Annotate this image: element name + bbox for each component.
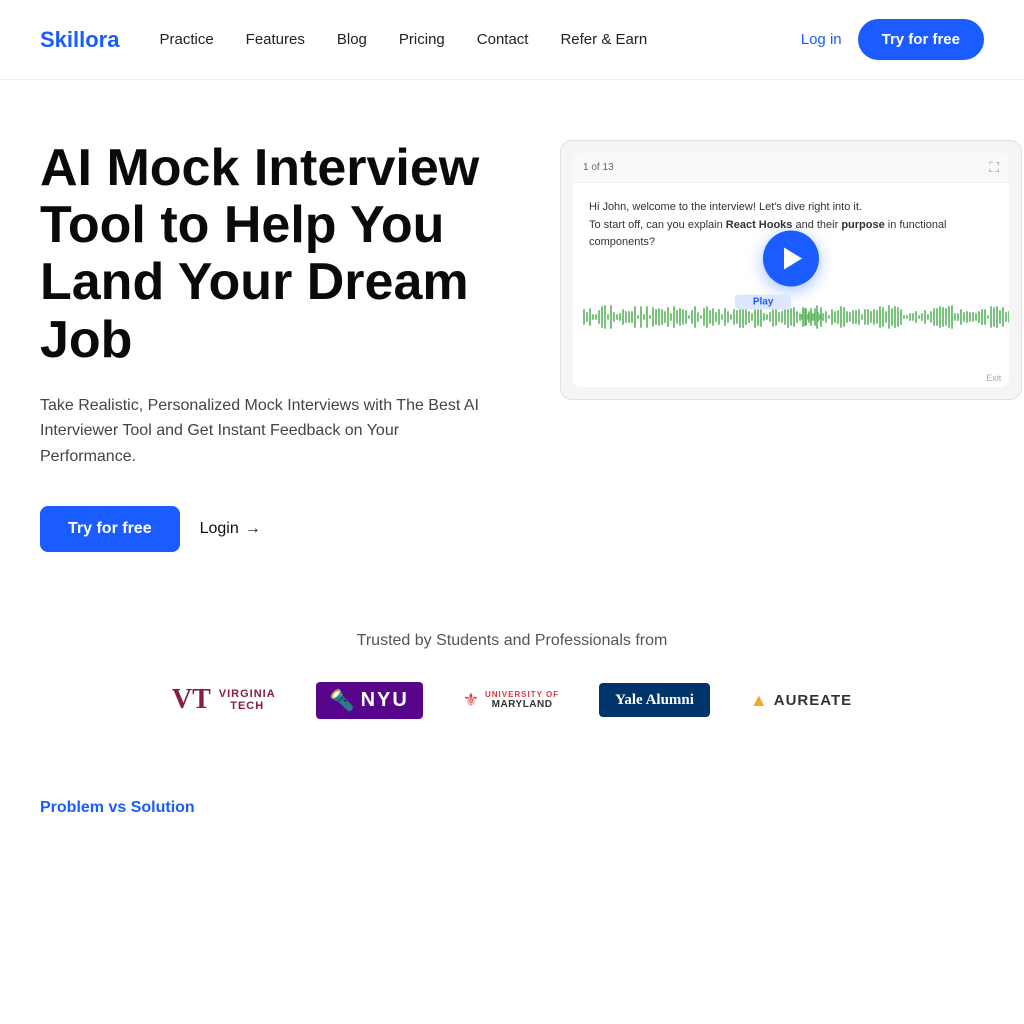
aureate-chevron-icon: ▲ [750, 690, 768, 711]
umd-logo: ⚜ UNIVERSITY OF MARYLAND [463, 690, 559, 711]
brand-logo[interactable]: Skillora [40, 27, 119, 53]
yale-logo: Yale Alumni [599, 683, 710, 717]
play-icon [784, 248, 802, 270]
aureate-text: AUREATE [774, 692, 852, 709]
video-inner: 1 of 13 ⛶ Hi John, welcome to the interv… [573, 153, 1009, 387]
play-button[interactable] [763, 231, 819, 287]
problem-label: Problem vs Solution [40, 799, 984, 817]
play-overlay: Play [763, 231, 819, 310]
audio-waveform-right [791, 297, 1009, 337]
hero-login-link[interactable]: Login → [200, 520, 261, 538]
nav-contact[interactable]: Contact [477, 31, 529, 48]
arrow-icon: → [245, 520, 261, 538]
virginia-tech-logo: VT VIRGINIA TECH [172, 684, 276, 716]
hero-cta-button[interactable]: Try for free [40, 506, 180, 552]
aureate-logo: ▲ AUREATE [750, 690, 852, 711]
nav-pricing[interactable]: Pricing [399, 31, 445, 48]
video-toolbar: 1 of 13 ⛶ [573, 153, 1009, 183]
nav-blog[interactable]: Blog [337, 31, 367, 48]
trusted-section: Trusted by Students and Professionals fr… [0, 592, 1024, 739]
nyu-torch-icon: 🔦 [330, 688, 355, 713]
nav-practice[interactable]: Practice [159, 31, 213, 48]
play-label[interactable]: Play [735, 295, 791, 310]
nav-right: Log in Try for free [801, 19, 984, 60]
hero-title: AI Mock Interview Tool to Help You Land … [40, 140, 520, 369]
nav-features[interactable]: Features [246, 31, 305, 48]
nav-cta-button[interactable]: Try for free [858, 19, 984, 60]
hero-section: AI Mock Interview Tool to Help You Land … [0, 80, 1024, 592]
fullscreen-icon[interactable]: ⛶ [989, 159, 999, 176]
navigation: Skillora Practice Features Blog Pricing … [0, 0, 1024, 80]
vt-icon: VT [172, 684, 211, 716]
nyu-text: NYU [361, 689, 409, 712]
hero-description: Take Realistic, Personalized Mock Interv… [40, 393, 480, 470]
hero-buttons: Try for free Login → [40, 506, 520, 552]
hero-content: AI Mock Interview Tool to Help You Land … [40, 140, 520, 552]
logos-row: VT VIRGINIA TECH 🔦 NYU ⚜ UNIVERSITY OF M… [40, 682, 984, 719]
trusted-label: Trusted by Students and Professionals fr… [40, 632, 984, 650]
problem-section: Problem vs Solution [0, 739, 1024, 837]
nav-links: Practice Features Blog Pricing Contact R… [159, 31, 800, 48]
nav-refer[interactable]: Refer & Earn [560, 31, 647, 48]
yale-text: Yale Alumni [615, 692, 694, 708]
nyu-logo: 🔦 NYU [316, 682, 423, 719]
video-container: 1 of 13 ⛶ Hi John, welcome to the interv… [560, 140, 1022, 400]
video-counter: 1 of 13 [583, 162, 614, 173]
exit-label[interactable]: Exit [986, 373, 1001, 383]
vt-text: VIRGINIA TECH [219, 688, 276, 712]
hero-video-preview: 1 of 13 ⛶ Hi John, welcome to the interv… [560, 140, 1022, 400]
nav-login-link[interactable]: Log in [801, 31, 842, 48]
umd-shield-icon: ⚜ [463, 690, 479, 711]
umd-text: UNIVERSITY OF MARYLAND [485, 690, 559, 710]
